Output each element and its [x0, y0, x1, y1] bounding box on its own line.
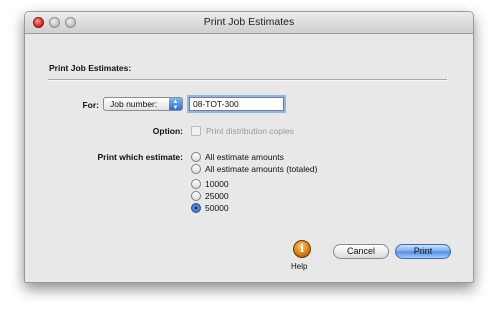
option-label: Option: — [152, 126, 183, 136]
radio-button[interactable] — [191, 152, 201, 162]
print-which-estimate-label: Print which estimate: — [97, 152, 184, 162]
for-select[interactable]: Job number: ▲ ▼ — [103, 97, 183, 111]
for-select-value: Job number: — [110, 99, 158, 109]
radio-label: 50000 — [205, 203, 229, 213]
title-bar[interactable]: Print Job Estimates — [25, 12, 473, 34]
print-job-estimates-window: Print Job Estimates Print Job Estimates:… — [24, 11, 474, 283]
print-distribution-copies-label: Print distribution copies — [206, 126, 294, 136]
radio-label: 25000 — [205, 191, 229, 201]
cancel-button[interactable]: Cancel — [333, 244, 389, 259]
radio-label: All estimate amounts — [205, 152, 284, 162]
radio-button-selected[interactable] — [191, 203, 201, 213]
help-label: Help — [291, 262, 308, 271]
radio-button[interactable] — [191, 179, 201, 189]
radio-button[interactable] — [191, 164, 201, 174]
print-button[interactable]: Print — [395, 244, 451, 259]
for-label: For: — [82, 100, 99, 110]
job-number-value: 08-TOT-300 — [193, 99, 239, 109]
section-title: Print Job Estimates: — [49, 63, 132, 73]
window-title: Print Job Estimates — [203, 16, 295, 28]
radio-label: 10000 — [205, 179, 229, 189]
updown-arrows-icon: ▲ ▼ — [169, 98, 182, 111]
radio-label: All estimate amounts (totaled) — [205, 164, 318, 174]
info-icon[interactable]: i — [293, 240, 311, 258]
section-divider — [48, 79, 447, 81]
print-distribution-copies-checkbox[interactable] — [191, 126, 201, 136]
radio-button[interactable] — [191, 191, 201, 201]
job-number-input[interactable]: 08-TOT-300 — [189, 97, 284, 111]
